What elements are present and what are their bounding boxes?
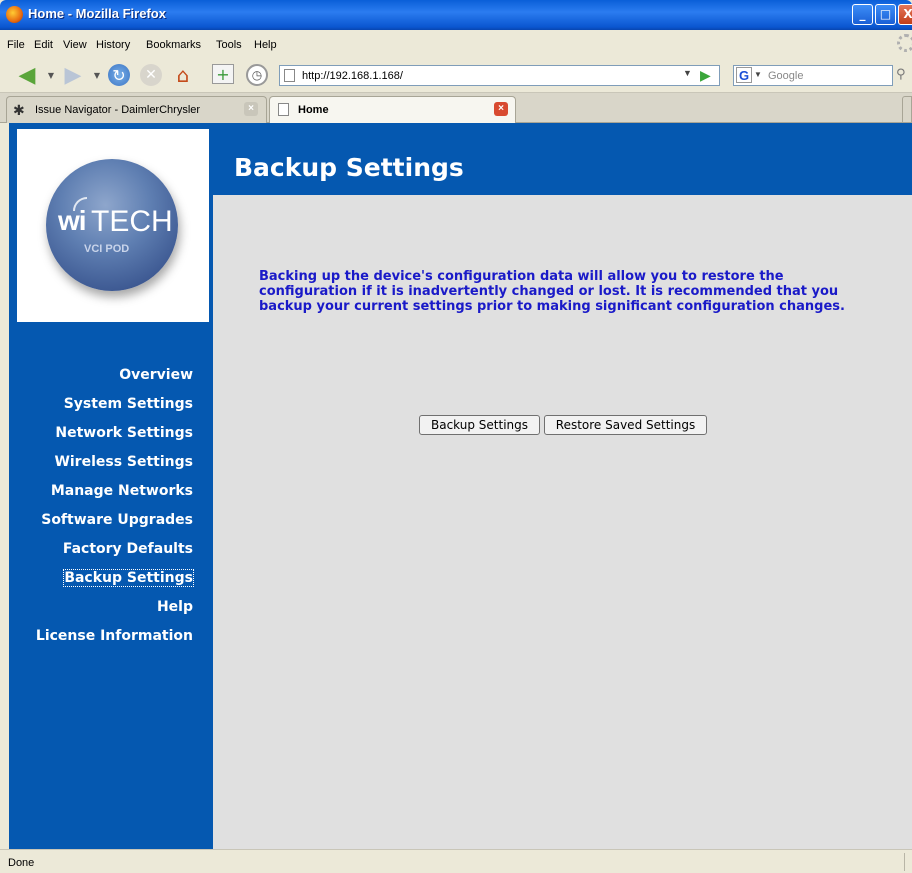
status-separator [904,853,905,871]
google-icon[interactable]: G [736,67,752,83]
nav-wireless-settings[interactable]: Wireless Settings [54,454,193,470]
page-title: Backup Settings [234,153,464,182]
go-arrow-icon[interactable]: ▶ [700,67,711,84]
search-box[interactable]: G ▼ Google [733,65,893,86]
nav-system-settings[interactable]: System Settings [64,396,193,412]
page-icon [284,69,295,82]
page-header: Backup Settings [213,123,912,195]
home-icon[interactable]: ⌂ [172,63,194,87]
reload-icon[interactable]: ↻ [108,64,130,86]
window-title: Home - Mozilla Firefox [28,6,166,21]
url-bar[interactable]: http://192.168.1.168/ ▼ ▶ [279,65,720,86]
page-viewport: wi TECH VCI POD Overview System Settings… [9,123,912,849]
bug-tracker-favicon-icon: ✱ [13,102,25,118]
minimize-button[interactable]: _ [852,4,873,25]
url-text[interactable]: http://192.168.1.168/ [302,70,403,82]
logo-brand-prefix: wi [58,205,87,236]
maximize-button[interactable]: □ [875,4,896,25]
menu-edit[interactable]: Edit [34,39,53,51]
throbber-icon [897,34,912,52]
history-clock-icon[interactable]: ◷ [246,64,268,86]
nav-backup-settings[interactable]: Backup Settings [63,569,194,587]
logo-brand-suffix: TECH [91,205,173,238]
nav-network-settings[interactable]: Network Settings [55,425,193,441]
backup-description: Backing up the device's configuration da… [259,269,845,314]
nav-factory-defaults[interactable]: Factory Defaults [63,541,193,557]
menu-history[interactable]: History [96,39,130,51]
tab-title: Issue Navigator - DaimlerChrysler [35,104,201,116]
tab-home[interactable]: Home × [269,96,516,123]
stop-icon[interactable]: ✕ [140,64,162,86]
url-dropdown-icon[interactable]: ▼ [683,68,692,78]
menu-bookmarks[interactable]: Bookmarks [146,39,201,51]
page-favicon-icon [278,103,289,116]
forward-dropdown-icon[interactable]: ▼ [92,64,102,86]
tab-close-icon[interactable]: × [494,102,508,116]
logo-tagline: VCI POD [84,243,130,255]
menu-help[interactable]: Help [254,39,277,51]
menu-view[interactable]: View [63,39,87,51]
restore-saved-settings-button[interactable]: Restore Saved Settings [544,415,707,435]
window-titlebar: Home - Mozilla Firefox _ □ X [0,0,912,30]
back-arrow-icon[interactable]: ◀ [16,63,38,88]
tab-scroll-edge [902,96,912,123]
forward-arrow-icon[interactable]: ▶ [62,63,84,88]
search-engine-dropdown-icon[interactable]: ▼ [754,70,762,79]
nav-help[interactable]: Help [157,599,193,615]
tab-title: Home [298,104,329,116]
witech-logo: wi TECH VCI POD [46,159,178,291]
sidebar: wi TECH VCI POD Overview System Settings… [9,123,213,849]
firefox-logo-icon [6,6,23,23]
menubar: File Edit View History Bookmarks Tools H… [0,30,912,57]
menu-tools[interactable]: Tools [216,39,242,51]
menu-file[interactable]: File [7,39,25,51]
nav-license-information[interactable]: License Information [36,628,193,644]
close-button[interactable]: X [898,4,912,25]
logo-panel: wi TECH VCI POD [17,129,209,322]
nav-manage-networks[interactable]: Manage Networks [51,483,193,499]
search-placeholder[interactable]: Google [768,70,803,82]
tab-issue-navigator[interactable]: ✱ Issue Navigator - DaimlerChrysler × [6,96,267,123]
back-dropdown-icon[interactable]: ▼ [46,64,56,86]
status-text: Done [8,857,35,869]
tab-close-icon[interactable]: × [244,102,258,116]
navigation-toolbar: ◀ ▼ ▶ ▼ ↻ ✕ ⌂ + ◷ http://192.168.1.168/ … [0,57,912,93]
nav-software-upgrades[interactable]: Software Upgrades [41,512,193,528]
new-tab-icon[interactable]: + [212,64,234,84]
tab-strip: ✱ Issue Navigator - DaimlerChrysler × Ho… [0,93,912,123]
search-magnifier-icon[interactable]: ⚲ [896,67,912,85]
nav-overview[interactable]: Overview [119,367,193,383]
backup-settings-button[interactable]: Backup Settings [419,415,540,435]
status-bar: Done [0,849,912,873]
